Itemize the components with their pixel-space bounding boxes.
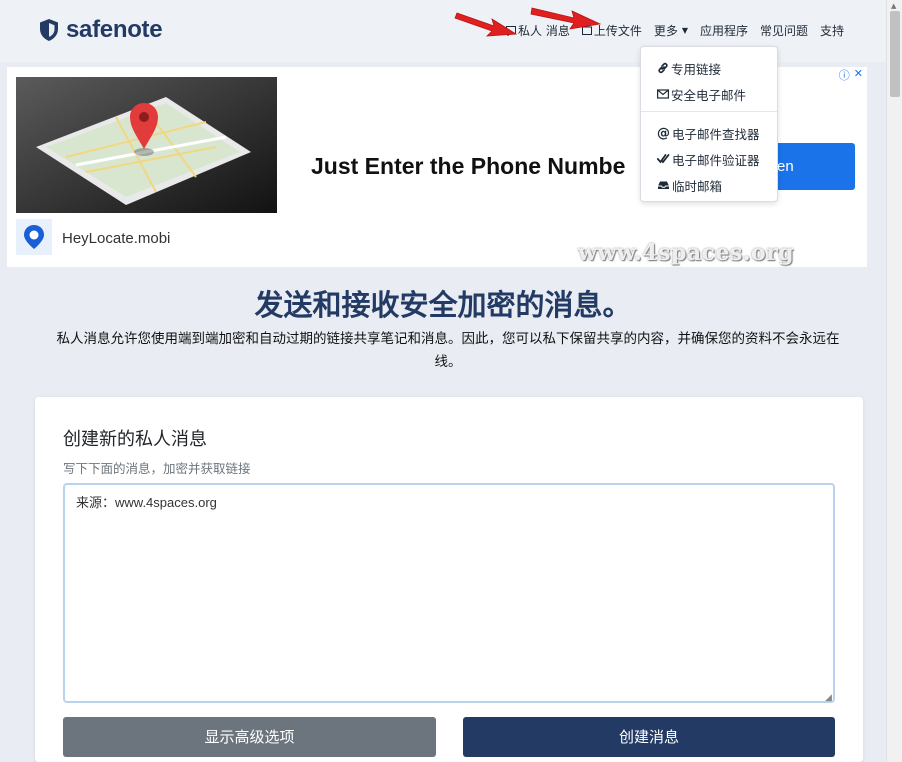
show-advanced-options-button[interactable]: 显示高级选项 [63, 717, 436, 757]
phone-map-illustration [16, 77, 277, 213]
message-textarea[interactable]: 来源：www.4spaces.org [63, 483, 835, 703]
link-icon [658, 62, 668, 74]
dropdown-label: 安全电子邮件 [671, 87, 747, 103]
scrollbar-thumb[interactable] [890, 11, 900, 97]
nav-more[interactable]: 更多 ▼ [654, 22, 688, 39]
inbox-icon [658, 181, 669, 189]
dropdown-item-private-link[interactable]: 专用链接 [641, 55, 777, 81]
shield-icon [40, 19, 58, 41]
ad-headline[interactable]: Just Enter the Phone Numbe [311, 153, 625, 180]
page-subtitle: 私人消息允许您使用端到端加密和自动过期的链接共享笔记和消息。因此，您可以私下保留… [56, 331, 840, 370]
watermark: www.4spaces.org [578, 240, 795, 266]
info-icon[interactable]: ⓘ [839, 67, 850, 83]
nav-apps[interactable]: 应用程序 [700, 22, 748, 39]
ad-choices[interactable]: ⓘ ✕ [839, 67, 863, 83]
annotation-arrow-icon [454, 12, 518, 37]
dropdown-item-secure-email[interactable]: 安全电子邮件 [641, 81, 777, 107]
form-title: 创建新的私人消息 [63, 429, 207, 450]
ad-brand-name[interactable]: HeyLocate.mobi [62, 230, 170, 247]
ad-brand-logo[interactable] [16, 219, 52, 255]
dropdown-item-email-finder[interactable]: @ 电子邮件查找器 [641, 120, 777, 146]
nav-label: 应用程序 [700, 24, 749, 38]
dropdown-label: 临时邮箱 [672, 178, 723, 194]
vertical-scrollbar[interactable]: ▲ [886, 0, 902, 762]
dropdown-label: 专用链接 [671, 61, 722, 77]
brand-name: safenote [66, 16, 163, 43]
ad-phone-map-image[interactable] [16, 77, 277, 213]
more-dropdown-menu: 专用链接 安全电子邮件 @ 电子邮件查找器 电子邮件验证器 临时邮箱 [640, 46, 778, 202]
nav-support[interactable]: 支持 [820, 22, 844, 39]
annotation-arrow-icon [530, 7, 602, 30]
dropdown-item-email-verifier[interactable]: 电子邮件验证器 [641, 146, 777, 172]
location-pin-icon [24, 225, 44, 249]
dropdown-divider [641, 111, 777, 112]
dropdown-label: 电子邮件查找器 [672, 126, 760, 142]
dropdown-label: 电子邮件验证器 [672, 152, 760, 168]
scroll-up-icon[interactable]: ▲ [891, 2, 896, 10]
brand-logo[interactable]: safenote [38, 16, 163, 44]
close-icon[interactable]: ✕ [854, 67, 863, 83]
envelope-icon [657, 89, 669, 99]
resize-handle-icon[interactable]: ◢ [825, 693, 832, 703]
nav-label: 更多 [653, 24, 678, 38]
nav-faq[interactable]: 常见问题 [760, 22, 808, 39]
double-check-icon [657, 154, 670, 164]
nav-label: 支持 [820, 24, 845, 38]
dropdown-item-temp-mail[interactable]: 临时邮箱 [641, 172, 777, 198]
page-title: 发送和接收安全加密的消息。 [254, 288, 632, 322]
nav-label: 常见问题 [760, 24, 809, 38]
create-message-card: 创建新的私人消息 写下下面的消息，加密并获取链接 来源：www.4spaces.… [35, 397, 863, 762]
at-icon: @ [657, 125, 670, 141]
create-message-button[interactable]: 创建消息 [463, 717, 835, 757]
form-subtitle: 写下下面的消息，加密并获取链接 [63, 461, 251, 476]
caret-down-icon: ▼ [681, 26, 689, 35]
